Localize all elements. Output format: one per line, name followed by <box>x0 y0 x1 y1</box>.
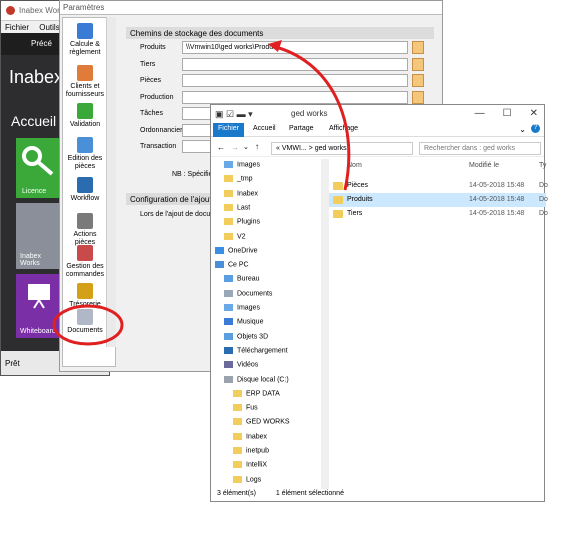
annotation-arrow <box>271 44 351 191</box>
annotation-layer <box>52 40 351 346</box>
annotation-arrowhead <box>268 40 282 52</box>
annotation-circle <box>52 304 124 346</box>
